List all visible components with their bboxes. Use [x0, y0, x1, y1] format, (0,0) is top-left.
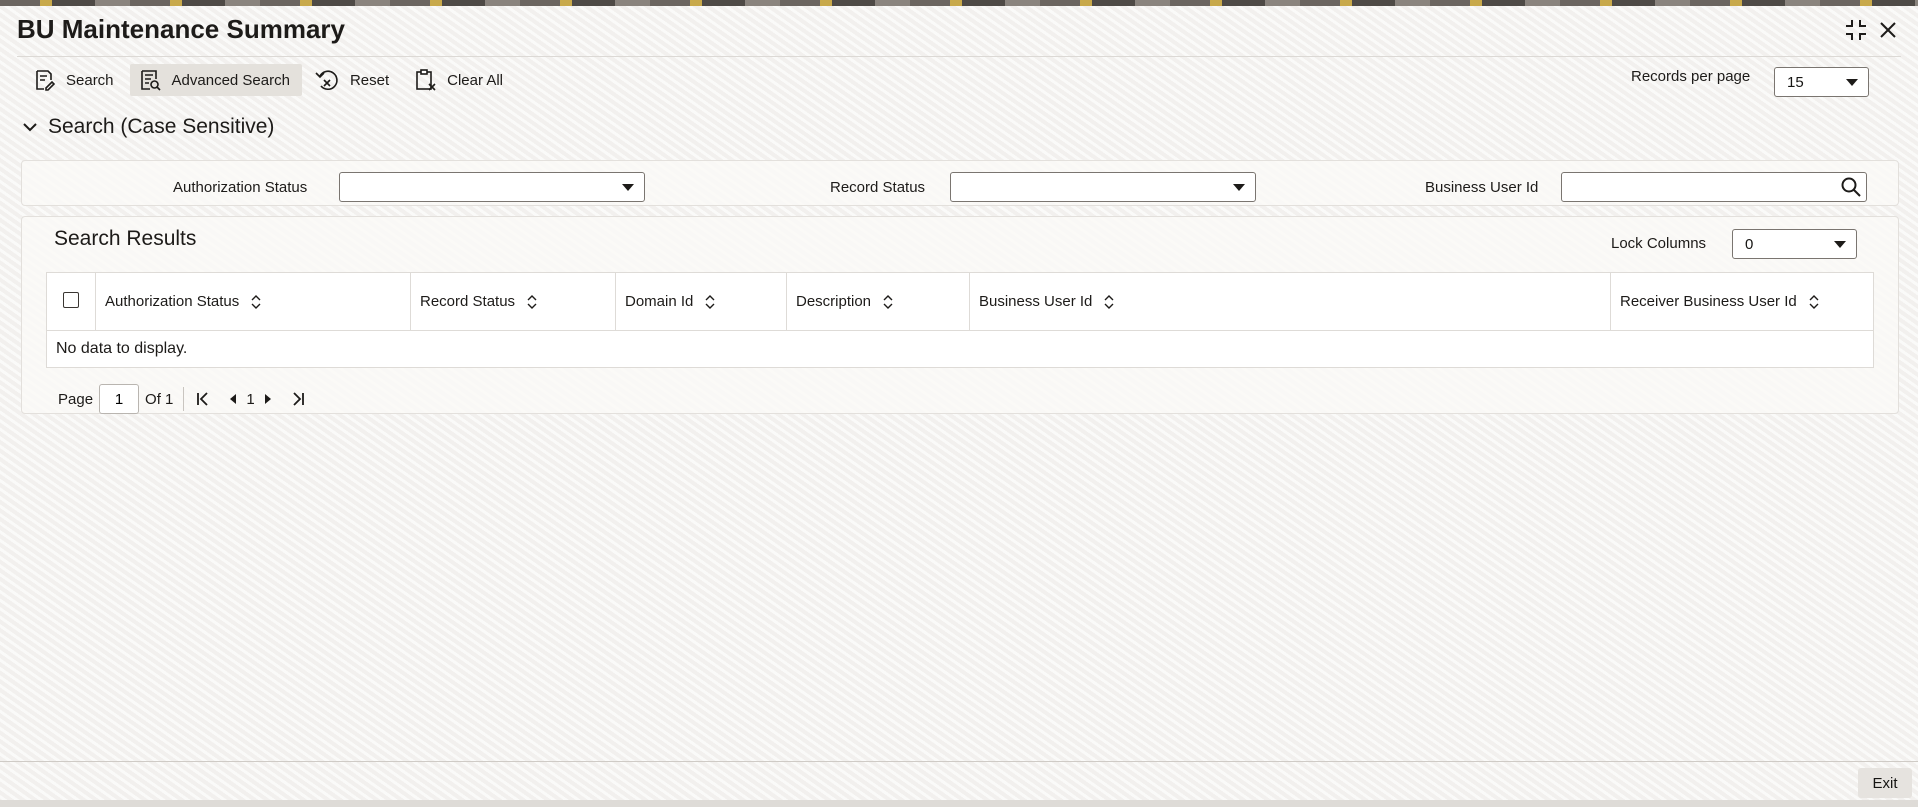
authorization-status-label: Authorization Status — [173, 179, 308, 196]
next-page-icon[interactable] — [257, 387, 279, 411]
sort-icon[interactable] — [705, 294, 715, 309]
record-status-label: Record Status — [830, 179, 926, 196]
record-status-select[interactable] — [950, 172, 1256, 202]
authorization-status-select[interactable] — [339, 172, 645, 202]
business-user-id-input[interactable] — [1561, 172, 1867, 202]
column-header-domain-id[interactable]: Domain Id — [615, 273, 786, 330]
column-header-authorization-status[interactable]: Authorization Status — [95, 273, 410, 330]
close-icon[interactable] — [1874, 16, 1902, 44]
table-header-row: Authorization Status Record Status Domai… — [47, 273, 1873, 331]
sort-icon[interactable] — [527, 294, 537, 309]
chevron-down-icon — [23, 123, 37, 132]
sort-icon[interactable] — [1809, 294, 1819, 309]
clear-all-icon — [416, 69, 436, 91]
first-page-icon[interactable] — [192, 387, 214, 411]
page-label: Page — [58, 390, 94, 408]
column-header-label: Authorization Status — [105, 293, 240, 310]
records-per-page-select[interactable]: 15 — [1774, 67, 1869, 97]
sort-icon[interactable] — [251, 294, 261, 309]
select-all-checkbox[interactable] — [63, 292, 79, 308]
chevron-down-icon — [1233, 184, 1245, 191]
page-title: BU Maintenance Summary — [17, 14, 345, 44]
column-header-business-user-id[interactable]: Business User Id — [969, 273, 1610, 330]
page-of-label: Of 1 — [145, 390, 174, 408]
reset-button-label: Reset — [349, 71, 390, 89]
business-user-id-label: Business User Id — [1425, 179, 1539, 196]
records-per-page-label: Records per page — [1631, 68, 1751, 85]
toolbar: Search Advanced Search Reset Clear All — [24, 64, 515, 96]
title-divider — [17, 56, 1901, 57]
exit-button-label: Exit — [1872, 774, 1898, 792]
column-header-label: Business User Id — [979, 293, 1093, 310]
search-section-toggle[interactable]: Search (Case Sensitive) — [22, 115, 274, 139]
exit-button[interactable]: Exit — [1858, 768, 1912, 798]
lock-columns-select[interactable]: 0 — [1732, 229, 1857, 259]
footer-divider — [0, 761, 1918, 762]
header-banner — [0, 0, 1918, 6]
column-header-label: Description — [796, 293, 872, 310]
reset-button[interactable]: Reset — [306, 64, 401, 96]
search-section-title: Search (Case Sensitive) — [48, 115, 275, 138]
sort-icon[interactable] — [883, 294, 893, 309]
previous-page-icon[interactable] — [222, 387, 244, 411]
pagination: Page Of 1 1 — [58, 384, 309, 414]
lock-columns-value: 0 — [1745, 235, 1754, 253]
column-header-label: Receiver Business User Id — [1620, 293, 1797, 310]
column-header-receiver-business-user-id[interactable]: Receiver Business User Id — [1610, 273, 1873, 330]
column-header-label: Record Status — [420, 293, 516, 310]
advanced-search-button-label: Advanced Search — [171, 71, 290, 89]
column-header-record-status[interactable]: Record Status — [410, 273, 615, 330]
chevron-down-icon — [1834, 241, 1846, 248]
sort-icon[interactable] — [1104, 294, 1114, 309]
advanced-search-icon — [140, 70, 161, 91]
clear-all-button-label: Clear All — [447, 71, 503, 89]
minimize-icon[interactable] — [1842, 16, 1870, 44]
column-header-description[interactable]: Description — [786, 273, 969, 330]
search-button-label: Search — [66, 71, 114, 89]
column-header-label: Domain Id — [625, 293, 694, 310]
lock-columns-label: Lock Columns — [1611, 235, 1707, 252]
page-number-input[interactable] — [99, 384, 140, 414]
search-icon[interactable] — [1840, 176, 1862, 202]
search-results-title: Search Results — [54, 227, 197, 250]
pagination-divider — [183, 387, 185, 411]
advanced-search-button[interactable]: Advanced Search — [129, 64, 302, 96]
last-page-icon[interactable] — [287, 387, 309, 411]
footer-bar — [0, 800, 1918, 807]
records-per-page-value: 15 — [1787, 73, 1804, 91]
reset-icon — [315, 70, 338, 91]
current-page-number: 1 — [246, 390, 255, 408]
search-button[interactable]: Search — [24, 64, 126, 96]
empty-state-message: No data to display. — [56, 340, 188, 357]
clear-all-button[interactable]: Clear All — [405, 64, 515, 96]
chevron-down-icon — [1846, 79, 1858, 86]
results-table: Authorization Status Record Status Domai… — [46, 272, 1874, 368]
chevron-down-icon — [622, 184, 634, 191]
search-doc-icon — [36, 70, 56, 91]
